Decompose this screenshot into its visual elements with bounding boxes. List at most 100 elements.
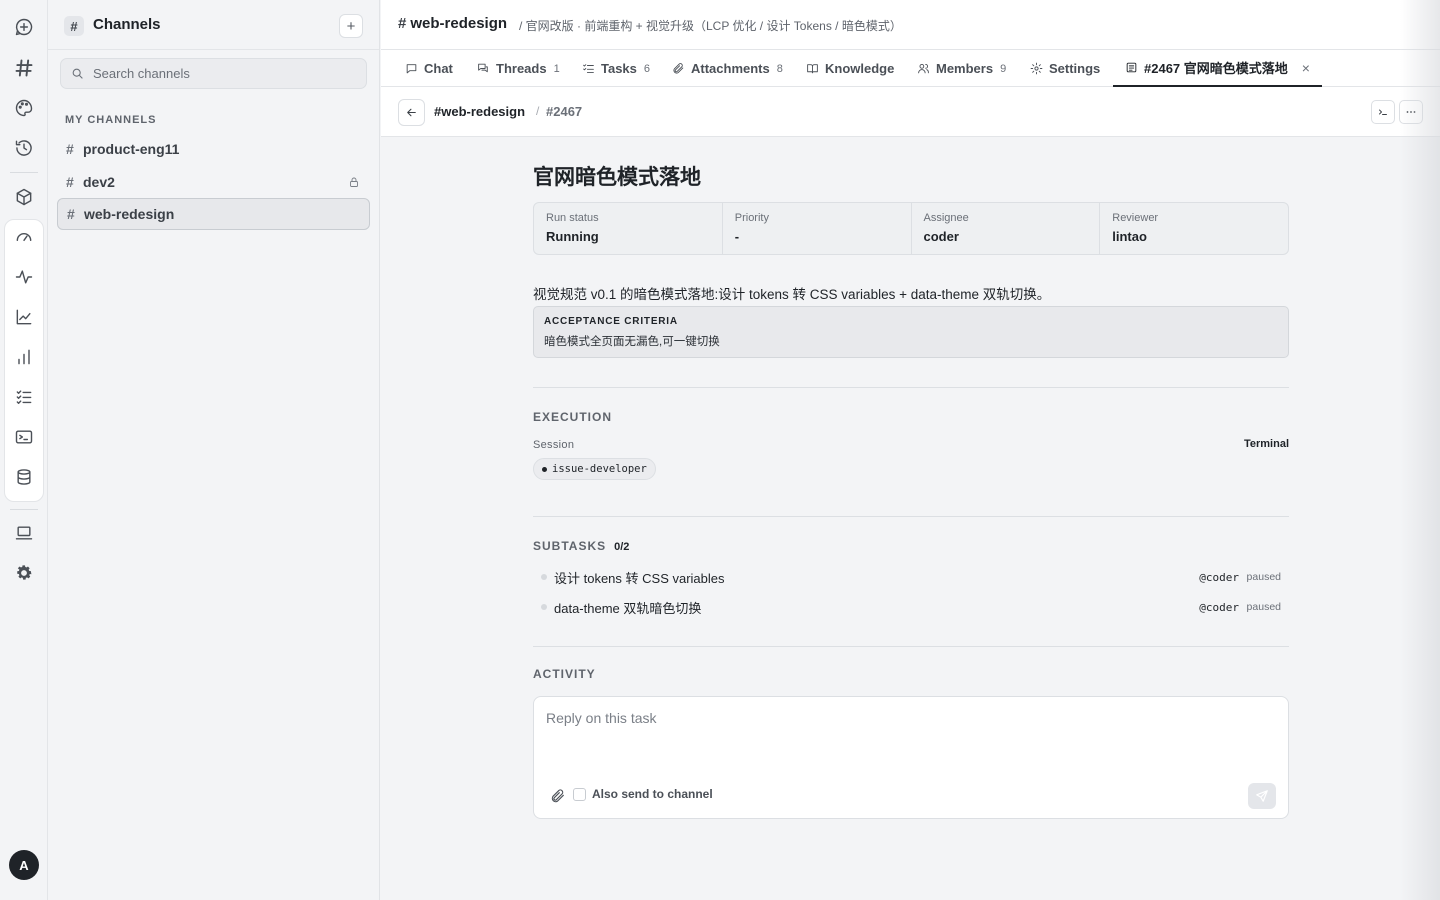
tab-label: Attachments bbox=[691, 61, 770, 76]
channel-item-dev2[interactable]: # dev2 bbox=[57, 166, 370, 198]
section-label: MY CHANNELS bbox=[65, 114, 157, 126]
gauge-icon[interactable] bbox=[8, 221, 40, 253]
execution-title: EXECUTION bbox=[533, 410, 613, 424]
tab-count: 9 bbox=[1000, 62, 1007, 75]
subtask-row[interactable]: 设计 tokens 转 CSS variables @coder paused bbox=[533, 565, 1289, 589]
database-icon[interactable] bbox=[8, 461, 40, 493]
subtask-text: 设计 tokens 转 CSS variables bbox=[554, 570, 725, 586]
close-tab-icon[interactable]: × bbox=[1302, 60, 1310, 76]
laptop-icon[interactable] bbox=[8, 517, 40, 549]
divider bbox=[533, 646, 1289, 647]
channel-item-web-redesign[interactable]: # web-redesign bbox=[57, 198, 370, 230]
channel-description: / 官网改版 · 前端重构 + 视觉升级（LCP 优化 / 设计 Tokens … bbox=[519, 19, 902, 33]
more-button[interactable] bbox=[1399, 100, 1423, 124]
meta-label: Run status bbox=[546, 212, 599, 224]
subtask-text: data-theme 双轨暗色切换 bbox=[554, 600, 702, 616]
meta-reviewer[interactable]: Reviewer lintao bbox=[1100, 203, 1288, 254]
meta-value: - bbox=[734, 229, 740, 244]
tab-threads[interactable]: Threads 1 bbox=[477, 50, 560, 87]
hash-icon: # bbox=[66, 141, 74, 157]
settings-icon bbox=[1030, 62, 1043, 75]
avatar[interactable]: A bbox=[9, 850, 39, 880]
document-icon bbox=[1126, 62, 1137, 73]
tab-attachments[interactable]: Attachments 8 bbox=[672, 50, 783, 87]
divider bbox=[533, 516, 1289, 517]
tasks-icon bbox=[583, 64, 594, 74]
bullet-icon bbox=[541, 574, 547, 580]
also-send-checkbox[interactable] bbox=[573, 788, 586, 801]
breadcrumb-separator: / bbox=[536, 104, 540, 118]
reply-input[interactable]: Reply on this task bbox=[546, 710, 657, 726]
add-channel-button[interactable]: + bbox=[339, 14, 363, 38]
bar-chart-icon[interactable] bbox=[8, 341, 40, 373]
tab-settings[interactable]: Settings bbox=[1030, 50, 1100, 87]
tab-task-2467[interactable]: #2467 官网暗色模式落地 × bbox=[1113, 50, 1322, 87]
acceptance-criteria: ACCEPTANCE CRITERIA 暗色模式全页面无漏色,可一键切换 bbox=[533, 306, 1289, 358]
book-icon bbox=[807, 64, 818, 74]
sidebar-header: # Channels + bbox=[48, 0, 379, 50]
breadcrumb-channel[interactable]: #web-redesign bbox=[434, 104, 525, 119]
subtask-status: paused bbox=[1246, 601, 1281, 613]
subtask-assignee: @coder bbox=[1199, 600, 1239, 614]
channel-name: product-eng11 bbox=[83, 141, 180, 157]
breadcrumb-task-id: #2467 bbox=[546, 104, 583, 119]
members-icon bbox=[918, 63, 929, 74]
acceptance-text: 暗色模式全页面无漏色,可一键切换 bbox=[544, 336, 720, 348]
meta-assignee[interactable]: Assignee coder bbox=[912, 203, 1101, 254]
main-panel: # web-redesign / 官网改版 · 前端重构 + 视觉升级（LCP 优… bbox=[381, 0, 1440, 900]
checklist-icon[interactable] bbox=[8, 381, 40, 413]
line-chart-icon[interactable] bbox=[8, 301, 40, 333]
arrow-left-icon bbox=[407, 108, 416, 117]
channel-hash-icon: # bbox=[64, 16, 84, 36]
search-input[interactable]: Search channels bbox=[60, 58, 367, 89]
meta-label: Priority bbox=[734, 212, 769, 224]
activity-icon[interactable] bbox=[8, 261, 40, 293]
channel-name: web-redesign bbox=[84, 206, 175, 222]
hash-icon: # bbox=[67, 206, 75, 222]
meta-label: Assignee bbox=[923, 212, 969, 224]
tab-members[interactable]: Members 9 bbox=[917, 50, 1006, 87]
new-chat-icon[interactable] bbox=[8, 11, 40, 43]
gear-icon[interactable] bbox=[8, 557, 40, 589]
acceptance-title: ACCEPTANCE CRITERIA bbox=[544, 316, 678, 327]
subtasks-count: 0/2 bbox=[614, 541, 630, 553]
attach-button[interactable] bbox=[550, 788, 566, 804]
send-icon bbox=[1256, 790, 1268, 802]
paperclip-icon bbox=[673, 63, 684, 74]
palette-icon[interactable] bbox=[8, 92, 40, 124]
back-button[interactable] bbox=[398, 99, 425, 126]
terminal-prompt-icon bbox=[1379, 109, 1387, 115]
tab-count: 6 bbox=[643, 62, 651, 75]
lock-icon bbox=[348, 175, 360, 187]
tab-label: Tasks bbox=[601, 61, 637, 76]
subtasks-title: SUBTASKS 0/2 bbox=[533, 539, 629, 553]
session-chip[interactable]: issue-developer bbox=[533, 458, 656, 480]
hash-icon: # bbox=[66, 174, 74, 190]
terminal-icon[interactable] bbox=[8, 421, 40, 453]
session-name: issue-developer bbox=[552, 463, 647, 475]
channel-sidebar: # Channels + Search channels MY CHANNELS… bbox=[48, 0, 380, 900]
task-breadcrumb-bar: #web-redesign / #2467 bbox=[381, 87, 1440, 137]
subtask-status: paused bbox=[1246, 571, 1281, 583]
channel-item-product-eng11[interactable]: # product-eng11 bbox=[57, 133, 370, 165]
channels-icon[interactable] bbox=[8, 52, 40, 84]
tab-tasks[interactable]: Tasks 6 bbox=[582, 50, 650, 87]
subtask-row[interactable]: data-theme 双轨暗色切换 @coder paused bbox=[533, 595, 1289, 619]
meta-priority[interactable]: Priority - bbox=[723, 203, 912, 254]
tab-label: Threads bbox=[496, 61, 547, 76]
tab-chat[interactable]: Chat bbox=[405, 50, 453, 87]
meta-run-status: Run status Running bbox=[534, 203, 723, 254]
subtasks-title-text: SUBTASKS bbox=[533, 539, 607, 553]
tab-label: Members bbox=[936, 61, 994, 76]
bullet-icon bbox=[541, 604, 547, 610]
tab-knowledge[interactable]: Knowledge bbox=[806, 50, 894, 87]
cube-icon[interactable] bbox=[8, 181, 40, 213]
send-button[interactable] bbox=[1248, 783, 1276, 809]
status-dot bbox=[542, 466, 547, 472]
tab-label: #2467 官网暗色模式落地 bbox=[1144, 61, 1288, 76]
history-icon[interactable] bbox=[8, 132, 40, 164]
threads-icon bbox=[478, 63, 488, 73]
terminal-link[interactable]: Terminal bbox=[1244, 438, 1289, 450]
terminal-button[interactable] bbox=[1371, 100, 1395, 124]
also-send-label[interactable]: Also send to channel bbox=[592, 787, 713, 801]
